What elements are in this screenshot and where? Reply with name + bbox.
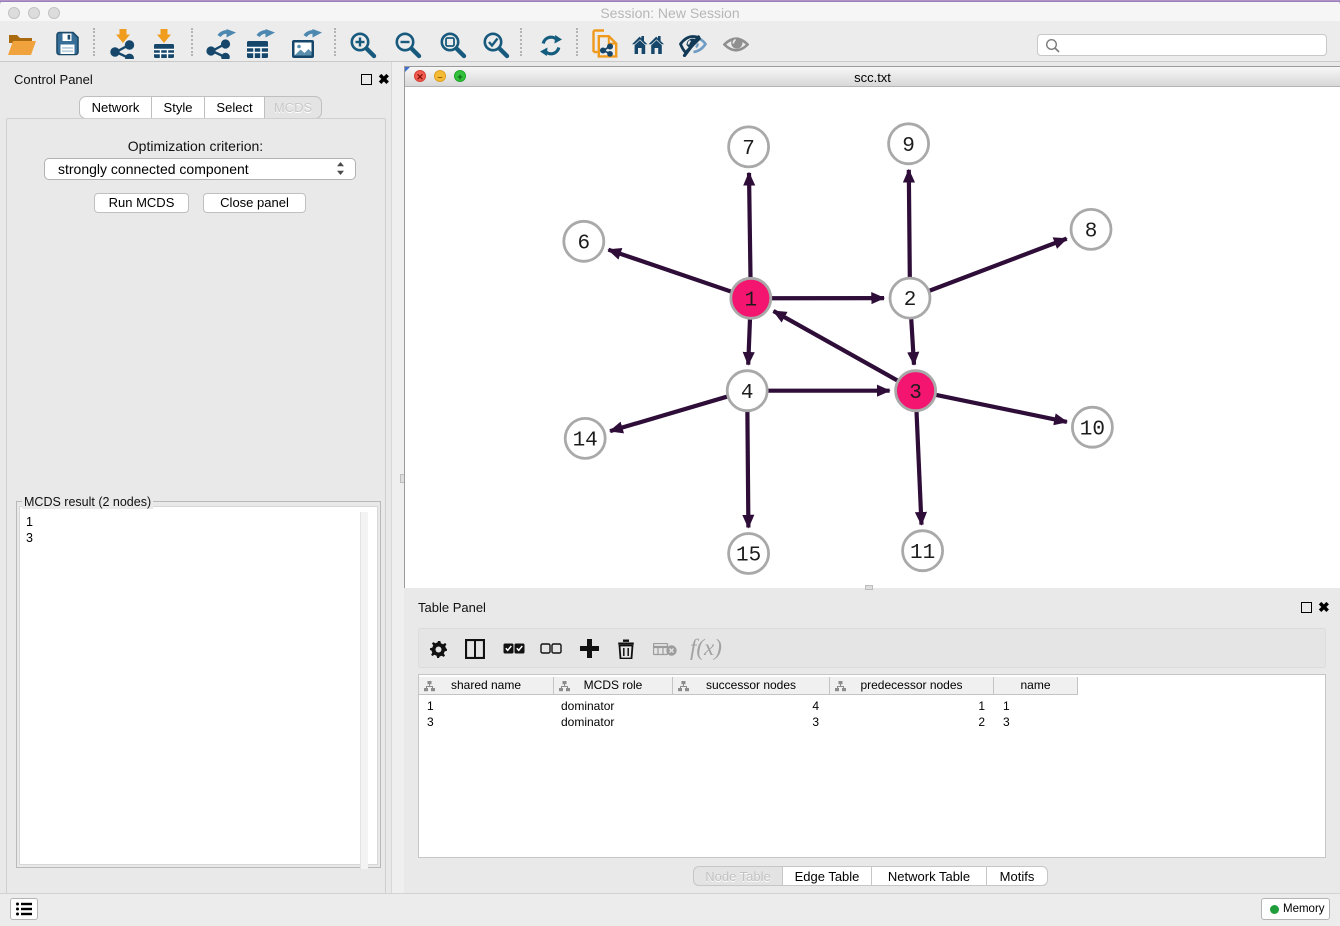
svg-text:10: 10 [1080, 419, 1105, 442]
svg-text:11: 11 [910, 542, 935, 565]
svg-text:1: 1 [744, 290, 757, 313]
svg-text:14: 14 [573, 430, 598, 453]
svg-text:6: 6 [577, 233, 590, 256]
svg-text:4: 4 [741, 382, 754, 405]
svg-text:7: 7 [742, 138, 755, 161]
svg-text:8: 8 [1085, 221, 1098, 244]
svg-text:3: 3 [909, 382, 922, 405]
svg-text:9: 9 [902, 135, 915, 158]
svg-text:15: 15 [736, 545, 761, 568]
svg-text:2: 2 [904, 289, 917, 312]
